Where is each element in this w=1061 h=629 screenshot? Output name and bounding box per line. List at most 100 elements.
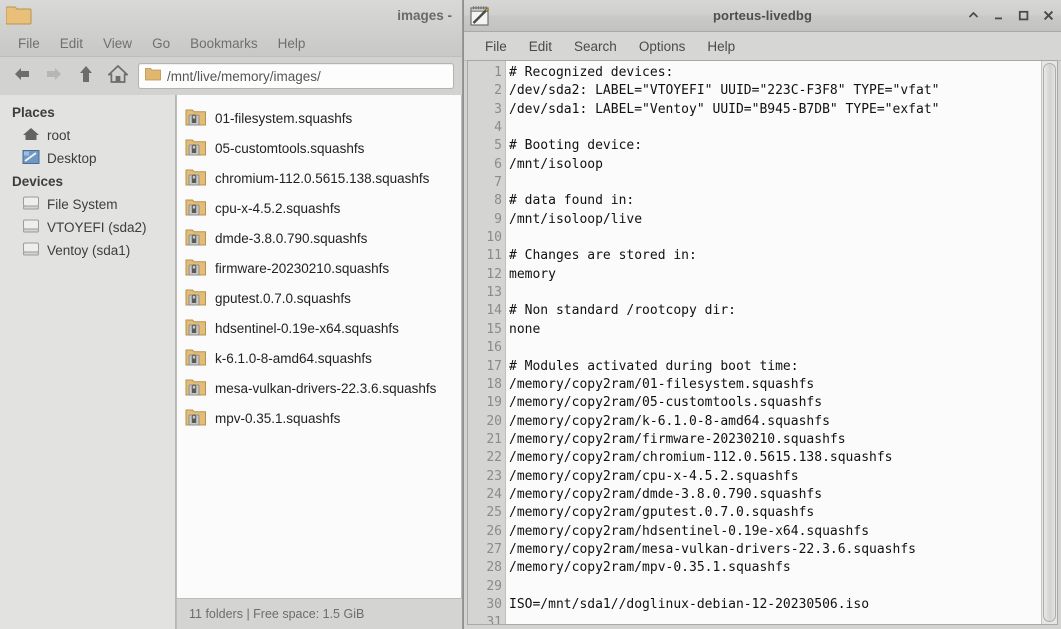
- sidebar-item-file-system[interactable]: File System: [0, 193, 175, 216]
- file-manager-toolbar: /mnt/live/memory/images/: [0, 57, 462, 96]
- back-button[interactable]: [6, 61, 38, 91]
- list-item[interactable]: cpu-x-4.5.2.squashfs: [177, 193, 461, 223]
- close-button[interactable]: [1042, 9, 1055, 22]
- file-name: k-6.1.0-8-amd64.squashfs: [215, 350, 372, 366]
- sidebar-item-label: root: [47, 128, 71, 143]
- line-number: 14: [486, 303, 502, 319]
- line-number: 17: [486, 358, 502, 374]
- drive-icon: [22, 195, 40, 214]
- home-button[interactable]: [102, 61, 134, 91]
- editor-titlebar[interactable]: porteus-livedbg: [464, 0, 1061, 32]
- code-line: # Non standard /rootcopy dir:: [509, 303, 736, 319]
- line-number: 7: [494, 175, 502, 191]
- editor-menubar: File Edit Search Options Help: [464, 32, 1061, 61]
- code-line: /memory/copy2ram/01-filesystem.squashfs: [509, 376, 815, 392]
- editor-vertical-scrollbar[interactable]: [1041, 61, 1057, 624]
- list-item[interactable]: chromium-112.0.5615.138.squashfs: [177, 163, 461, 193]
- code-line: # data found in:: [509, 193, 635, 209]
- sidebar-item-label: Desktop: [47, 151, 97, 166]
- up-button[interactable]: [70, 61, 102, 91]
- scrollbar-thumb[interactable]: [1043, 63, 1056, 622]
- line-number: 2: [494, 83, 502, 99]
- file-name: mpv-0.35.1.squashfs: [215, 410, 341, 426]
- maximize-button[interactable]: [1017, 9, 1030, 22]
- line-number: 5: [494, 138, 502, 154]
- list-item[interactable]: 05-customtools.squashfs: [177, 133, 461, 163]
- folder-locked-icon: [185, 407, 207, 430]
- sidebar-item-ventoy[interactable]: Ventoy (sda1): [0, 239, 175, 262]
- folder-locked-icon: [185, 137, 207, 160]
- sidebar-item-vtoyefi[interactable]: VTOYEFI (sda2): [0, 216, 175, 239]
- folder-locked-icon: [185, 257, 207, 280]
- list-item[interactable]: mpv-0.35.1.squashfs: [177, 403, 461, 433]
- code-line: # Recognized devices:: [509, 65, 674, 80]
- code-line: /dev/sda1: LABEL="Ventoy" UUID="B945-B7D…: [509, 101, 940, 117]
- file-manager-titlebar[interactable]: images - File Edit View Go Bookmarks Hel…: [0, 0, 462, 57]
- file-manager-title-text: images -: [397, 8, 452, 23]
- editor-text-area[interactable]: 1 2 3 4 5 6 7 8 9 10 11 12 13 14 15 16 17 18 19 20 21 22 23 24 2…: [467, 60, 1058, 625]
- folder-locked-icon: [185, 347, 207, 370]
- shade-button[interactable]: [967, 9, 980, 22]
- code-line: none: [509, 321, 541, 337]
- line-number: 23: [486, 468, 502, 484]
- folder-locked-icon: [185, 317, 207, 340]
- code-line: # Booting device:: [509, 138, 643, 154]
- menu-view[interactable]: View: [93, 34, 142, 53]
- file-name: 05-customtools.squashfs: [215, 140, 365, 156]
- line-number: 10: [486, 230, 502, 246]
- sidebar-item-root[interactable]: root: [0, 124, 175, 147]
- line-number: 12: [486, 266, 502, 282]
- list-item[interactable]: k-6.1.0-8-amd64.squashfs: [177, 343, 461, 373]
- menu-options[interactable]: Options: [628, 37, 697, 56]
- line-number: 4: [494, 120, 502, 136]
- file-name: 01-filesystem.squashfs: [215, 110, 353, 126]
- list-item[interactable]: hdsentinel-0.19e-x64.squashfs: [177, 313, 461, 343]
- forward-arrow-icon: [44, 66, 64, 87]
- code-line: memory: [509, 266, 556, 282]
- file-name: gputest.0.7.0.squashfs: [215, 290, 351, 306]
- list-item[interactable]: dmde-3.8.0.790.squashfs: [177, 223, 461, 253]
- menu-search[interactable]: Search: [563, 37, 628, 56]
- code-line: # Modules activated during boot time:: [509, 358, 799, 374]
- code-line: /memory/copy2ram/dmde-3.8.0.790.squashfs: [509, 486, 823, 502]
- minimize-button[interactable]: [992, 9, 1005, 22]
- menu-help[interactable]: Help: [696, 37, 746, 56]
- menu-go[interactable]: Go: [142, 34, 180, 53]
- editor-code-content[interactable]: # Recognized devices: /dev/sda2: LABEL="V…: [506, 61, 1041, 624]
- file-manager-statusbar: 11 folders | Free space: 1.5 GiB: [177, 598, 462, 629]
- menu-bookmarks[interactable]: Bookmarks: [180, 34, 268, 53]
- notepad-pencil-icon: [469, 5, 491, 27]
- code-line: /memory/copy2ram/k-6.1.0-8-amd64.squashf…: [509, 413, 830, 429]
- code-line: /memory/copy2ram/hdsentinel-0.19e-x64.sq…: [509, 523, 870, 539]
- menu-edit[interactable]: Edit: [518, 37, 563, 56]
- forward-button[interactable]: [38, 61, 70, 91]
- line-number: 1: [494, 65, 502, 80]
- sidebar-heading-places: Places: [12, 105, 55, 120]
- desktop-icon: [22, 149, 40, 168]
- code-line: # Changes are stored in:: [509, 248, 697, 264]
- menu-edit[interactable]: Edit: [50, 34, 93, 53]
- list-item[interactable]: gputest.0.7.0.squashfs: [177, 283, 461, 313]
- file-manager-body: Places root Desktop Devices File System …: [0, 95, 462, 629]
- path-text: /mnt/live/memory/images/: [167, 68, 321, 84]
- list-item[interactable]: 01-filesystem.squashfs: [177, 103, 461, 133]
- line-number: 19: [486, 395, 502, 411]
- code-line: /dev/sda2: LABEL="VTOYEFI" UUID="223C-F3…: [509, 83, 940, 99]
- file-name: hdsentinel-0.19e-x64.squashfs: [215, 320, 399, 336]
- menu-help[interactable]: Help: [268, 34, 316, 53]
- line-number: 15: [486, 321, 502, 337]
- line-number: 20: [486, 413, 502, 429]
- file-name: dmde-3.8.0.790.squashfs: [215, 230, 368, 246]
- code-line: /memory/copy2ram/chromium-112.0.5615.138…: [509, 450, 893, 466]
- list-item[interactable]: mesa-vulkan-drivers-22.3.6.squashfs: [177, 373, 461, 403]
- menu-file[interactable]: File: [474, 37, 518, 56]
- path-input[interactable]: /mnt/live/memory/images/: [138, 63, 454, 89]
- text-editor-window: porteus-livedbg File Edit Search Options…: [463, 0, 1061, 629]
- sidebar-item-desktop[interactable]: Desktop: [0, 147, 175, 170]
- list-item[interactable]: firmware-20230210.squashfs: [177, 253, 461, 283]
- file-list[interactable]: 01-filesystem.squashfs 05-customtools.sq…: [176, 95, 462, 629]
- folder-locked-icon: [185, 167, 207, 190]
- home-icon: [22, 126, 40, 145]
- line-number-gutter: 1 2 3 4 5 6 7 8 9 10 11 12 13 14 15 16 17 18 19 20 21 22 23 24 2…: [468, 61, 506, 624]
- menu-file[interactable]: File: [8, 34, 50, 53]
